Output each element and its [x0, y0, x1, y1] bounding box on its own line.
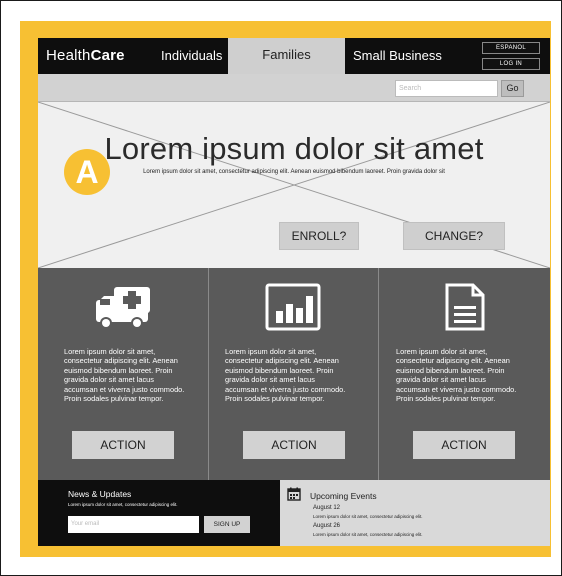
top-nav: HealthCare Individuals Families Small Bu…	[38, 38, 550, 74]
news-section: News & Updates Lorem ipsum dolor sit ame…	[38, 480, 280, 546]
events-title: Upcoming Events	[310, 491, 377, 501]
feature-text: Lorem ipsum dolor sit amet, consectetur …	[225, 347, 346, 404]
event-text: Lorem ipsum dolor sit amet, consectetur …	[313, 514, 423, 519]
feature-text: Lorem ipsum dolor sit amet, consectetur …	[64, 347, 185, 404]
events-section: Upcoming Events August 12 Lorem ipsum do…	[280, 480, 550, 546]
search-bar: Search Go	[38, 74, 550, 102]
news-subtitle: Lorem ipsum dolor sit amet, consectetur …	[68, 502, 178, 507]
go-button[interactable]: Go	[501, 80, 524, 97]
espanol-button[interactable]: ESPANOL	[482, 42, 540, 54]
feature-column-2: Lorem ipsum dolor sit amet, consectetur …	[209, 268, 379, 480]
hero-section: Lorem ipsum dolor sit amet Lorem ipsum d…	[38, 102, 550, 268]
calendar-icon	[287, 487, 301, 501]
page: HealthCare Individuals Families Small Bu…	[38, 38, 550, 546]
feature-columns: Lorem ipsum dolor sit amet, consectetur …	[38, 268, 550, 480]
nav-item-families[interactable]: Families	[228, 38, 345, 74]
event-text: Lorem ipsum dolor sit amet, consectetur …	[313, 532, 423, 537]
bar-chart-icon	[265, 283, 321, 331]
nav-item-individuals[interactable]: Individuals	[161, 48, 222, 63]
ambulance-icon	[96, 287, 150, 329]
hero-subtitle: Lorem ipsum dolor sit amet, consectetur …	[143, 169, 445, 175]
feature-column-1: Lorem ipsum dolor sit amet, consectetur …	[38, 268, 208, 480]
search-input[interactable]: Search	[395, 80, 498, 97]
email-input[interactable]: Your email	[68, 516, 199, 533]
hero-title: Lorem ipsum dolor sit amet	[104, 131, 484, 166]
signup-button[interactable]: SIGN UP	[204, 516, 250, 533]
change-button[interactable]: CHANGE?	[403, 222, 505, 250]
action-button[interactable]: ACTION	[72, 431, 174, 459]
action-button[interactable]: ACTION	[413, 431, 515, 459]
logo-light-text: Health	[46, 47, 91, 64]
enroll-button[interactable]: ENROLL?	[279, 222, 359, 250]
event-date: August 12	[313, 505, 341, 511]
section-badge: A	[64, 149, 110, 195]
feature-text: Lorem ipsum dolor sit amet, consectetur …	[396, 347, 517, 404]
document-icon	[445, 283, 485, 331]
action-button[interactable]: ACTION	[243, 431, 345, 459]
news-title: News & Updates	[68, 489, 132, 499]
login-button[interactable]: LOG IN	[482, 58, 540, 70]
feature-column-3: Lorem ipsum dolor sit amet, consectetur …	[379, 268, 549, 480]
event-date: August 26	[313, 523, 341, 529]
logo[interactable]: HealthCare	[46, 47, 125, 64]
logo-bold-text: Care	[90, 47, 125, 64]
nav-item-small-business[interactable]: Small Business	[353, 48, 442, 63]
